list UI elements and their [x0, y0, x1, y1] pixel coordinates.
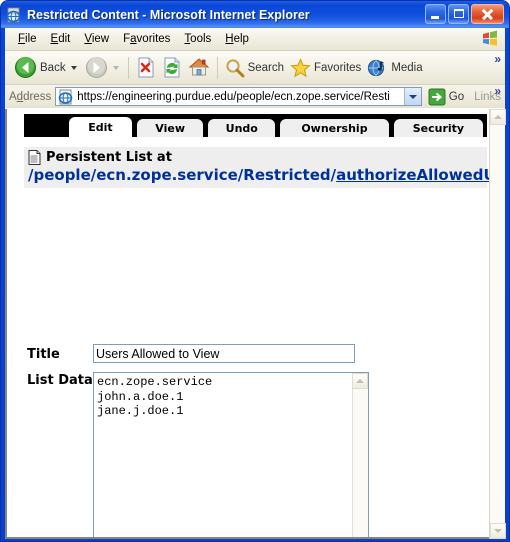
tab-security-label: Security [412, 121, 465, 135]
page-scroll-up-button[interactable] [490, 109, 506, 125]
chevron-down-icon [494, 529, 502, 533]
title-bar: Restricted Content - Microsoft Internet … [1, 1, 509, 28]
forward-button [82, 54, 124, 82]
star-icon [290, 57, 311, 77]
tab-view[interactable]: View [135, 118, 205, 137]
go-button[interactable]: Go [422, 88, 470, 106]
refresh-button[interactable] [159, 54, 185, 82]
close-button[interactable] [471, 4, 504, 24]
heading-path: /people/ecn.zope.service/Restricted/auth… [28, 166, 489, 184]
address-dropdown-button[interactable] [403, 88, 421, 105]
tab-ownership[interactable]: Ownership [279, 118, 390, 137]
tab-security[interactable]: Security [392, 118, 484, 137]
favorites-button[interactable]: Favorites [287, 54, 364, 82]
home-icon [188, 58, 209, 76]
menu-item-tools[interactable]: Tools [177, 31, 218, 47]
heading-title: Persistent List at [46, 150, 172, 165]
heading-path-prefix: /people/ecn.zope.service/Restricted/ [28, 166, 337, 184]
back-button[interactable]: Back [11, 54, 82, 82]
toolbar-separator-2 [216, 56, 218, 79]
address-label: Address [9, 90, 52, 103]
chevron-down-icon [408, 94, 417, 99]
title-field-row: Title [27, 344, 355, 363]
tab-undo[interactable]: Undo [207, 118, 277, 137]
page-viewport: Edit View Undo Ownership Security Persis… [5, 108, 506, 539]
listdata-textarea-text: ecn.zope.service john.a.doe.1 jane.j.doe… [97, 375, 213, 418]
minimize-button[interactable] [425, 4, 446, 24]
menu-item-edit[interactable]: Edit [44, 31, 78, 47]
windows-flag-icon [481, 30, 499, 47]
search-button[interactable]: Search [222, 54, 287, 82]
minimize-icon [431, 16, 439, 19]
browser-window: Restricted Content - Microsoft Internet … [0, 0, 510, 542]
search-label: Search [247, 61, 285, 74]
page-icon [58, 89, 74, 105]
tab-ownership-label: Ownership [301, 121, 368, 135]
zope-tab-strip: Edit View Undo Ownership Security [24, 114, 487, 137]
title-label: Title [27, 347, 60, 362]
favorites-label: Favorites [314, 61, 362, 74]
menu-bar: File Edit View Favorites Tools Help [5, 28, 505, 51]
home-button[interactable] [185, 54, 213, 82]
heading-title-row: Persistent List at [28, 150, 483, 165]
toolbar-overflow-button[interactable]: » [494, 52, 501, 66]
go-arrow-icon [428, 88, 446, 105]
ie-document-icon [6, 7, 22, 23]
back-dropdown-icon[interactable] [70, 65, 77, 70]
chevron-up-icon [356, 379, 364, 383]
refresh-icon [164, 57, 180, 78]
listdata-textarea[interactable]: ecn.zope.service john.a.doe.1 jane.j.doe… [93, 372, 369, 537]
navigation-toolbar: Back Search Favorites Media » [5, 51, 505, 85]
window-controls [425, 4, 504, 24]
close-icon [472, 5, 503, 23]
address-input[interactable]: https://engineering.purdue.edu/people/ec… [55, 87, 422, 106]
tab-edit[interactable]: Edit [68, 116, 133, 137]
back-label: Back [40, 61, 66, 74]
address-overflow-button[interactable]: » [494, 84, 501, 98]
forward-dropdown-icon [112, 65, 119, 70]
window-title: Restricted Content - Microsoft Internet … [27, 7, 310, 22]
forward-arrow-icon [85, 56, 107, 78]
page-document: Edit View Undo Ownership Security Persis… [5, 109, 489, 539]
tab-undo-label: Undo [225, 121, 258, 135]
listdata-label: List Data [27, 373, 93, 388]
scroll-up-button[interactable] [352, 373, 368, 389]
address-url-text: https://engineering.purdue.edu/people/ec… [77, 90, 390, 103]
page-scroll-down-button[interactable] [490, 523, 506, 539]
menu-item-favorites[interactable]: Favorites [116, 31, 177, 47]
menu-item-view[interactable]: View [77, 31, 116, 47]
back-arrow-icon [15, 56, 36, 78]
tab-edit-label: Edit [88, 120, 113, 134]
menu-item-help[interactable]: Help [218, 31, 256, 47]
go-label: Go [448, 90, 465, 103]
heading-path-link[interactable]: authorizeAllowedUsers [336, 166, 489, 184]
media-globe-icon [368, 59, 385, 76]
maximize-icon [454, 9, 464, 18]
maximize-button[interactable] [448, 4, 469, 24]
textarea-vertical-scrollbar[interactable] [352, 373, 368, 537]
listdata-field-row: List Data ecn.zope.service john.a.doe.1 … [27, 372, 369, 537]
stop-icon [138, 57, 154, 78]
magnifier-icon [225, 58, 245, 77]
stop-button[interactable] [133, 54, 159, 82]
title-input[interactable] [93, 344, 355, 363]
chevron-up-icon [494, 115, 502, 119]
media-label: Media [391, 61, 423, 74]
document-icon [28, 150, 41, 165]
client-area: File Edit View Favorites Tools Help Back… [5, 28, 506, 539]
tab-view-label: View [155, 121, 185, 135]
browser-vertical-scrollbar[interactable] [489, 109, 506, 539]
toolbar-separator [127, 56, 129, 79]
menu-item-file[interactable]: File [11, 31, 44, 47]
page-heading: Persistent List at /people/ecn.zope.serv… [24, 147, 489, 188]
address-bar: Address https://engineering.purdue.edu/p… [5, 84, 505, 109]
media-button[interactable]: Media [364, 54, 425, 82]
